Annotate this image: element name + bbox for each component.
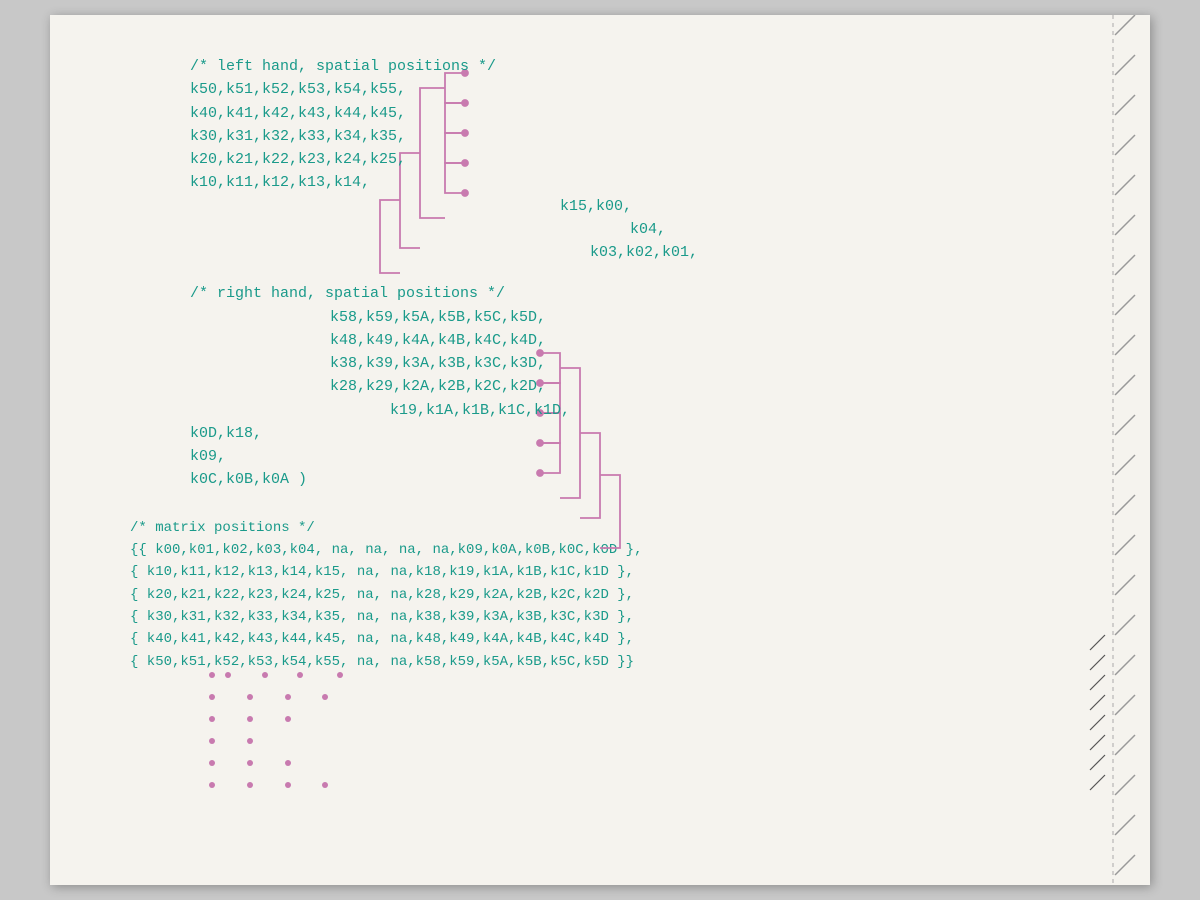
right-hand-row-3: k38,k39,k3A,k3B,k3C,k3D, xyxy=(330,352,1090,375)
right-hand-row-2: k48,k49,k4A,k4B,k4C,k4D, xyxy=(330,329,1090,352)
right-hand-row-6: k0D,k18, xyxy=(190,422,1090,445)
matrix-row-4: { k30,k31,k32,k33,k34,k35, na, na,k38,k3… xyxy=(130,606,1090,628)
right-hand-row-7: k09, xyxy=(190,445,1090,468)
matrix-row-1: {{ k00,k01,k02,k03,k04, na, na, na, na,k… xyxy=(130,539,1090,561)
left-hand-row-1: k50,k51,k52,k53,k54,k55, xyxy=(190,78,1090,101)
left-hand-row-4: k20,k21,k22,k23,k24,k25, xyxy=(190,148,1090,171)
right-hand-row-8: k0C,k0B,k0A ) xyxy=(190,468,1090,491)
right-hand-row-4: k28,k29,k2A,k2B,k2C,k2D, xyxy=(330,375,1090,398)
matrix-row-2: { k10,k11,k12,k13,k14,k15, na, na,k18,k1… xyxy=(130,561,1090,583)
matrix-row-6: { k50,k51,k52,k53,k54,k55, na, na,k58,k5… xyxy=(130,651,1090,673)
left-hand-row-7: k04, xyxy=(630,218,1090,241)
left-hand-row-2: k40,k41,k42,k43,k44,k45, xyxy=(190,102,1090,125)
left-hand-comment: /* left hand, spatial positions */ xyxy=(190,55,1090,78)
left-hand-section: /* left hand, spatial positions */ k50,k… xyxy=(130,55,1090,264)
left-hand-row-5: k10,k11,k12,k13,k14, xyxy=(190,171,1090,194)
matrix-row-3: { k20,k21,k22,k23,k24,k25, na, na,k28,k2… xyxy=(130,584,1090,606)
matrix-comment: /* matrix positions */ xyxy=(130,517,1090,539)
left-hand-row-8: k03,k02,k01, xyxy=(590,241,1090,264)
right-hand-comment: /* right hand, spatial positions */ xyxy=(190,282,1090,305)
right-hand-section: /* right hand, spatial positions */ k58,… xyxy=(130,282,1090,491)
right-hand-row-5: k19,k1A,k1B,k1C,k1D, xyxy=(390,399,1090,422)
matrix-section: /* matrix positions */ {{ k00,k01,k02,k0… xyxy=(130,517,1090,674)
left-hand-row-6: k15,k00, xyxy=(560,195,1090,218)
page: /* left hand, spatial positions */ k50,k… xyxy=(50,15,1150,885)
matrix-row-5: { k40,k41,k42,k43,k44,k45, na, na,k48,k4… xyxy=(130,628,1090,650)
right-hand-row-1: k58,k59,k5A,k5B,k5C,k5D, xyxy=(330,306,1090,329)
left-hand-row-3: k30,k31,k32,k33,k34,k35, xyxy=(190,125,1090,148)
